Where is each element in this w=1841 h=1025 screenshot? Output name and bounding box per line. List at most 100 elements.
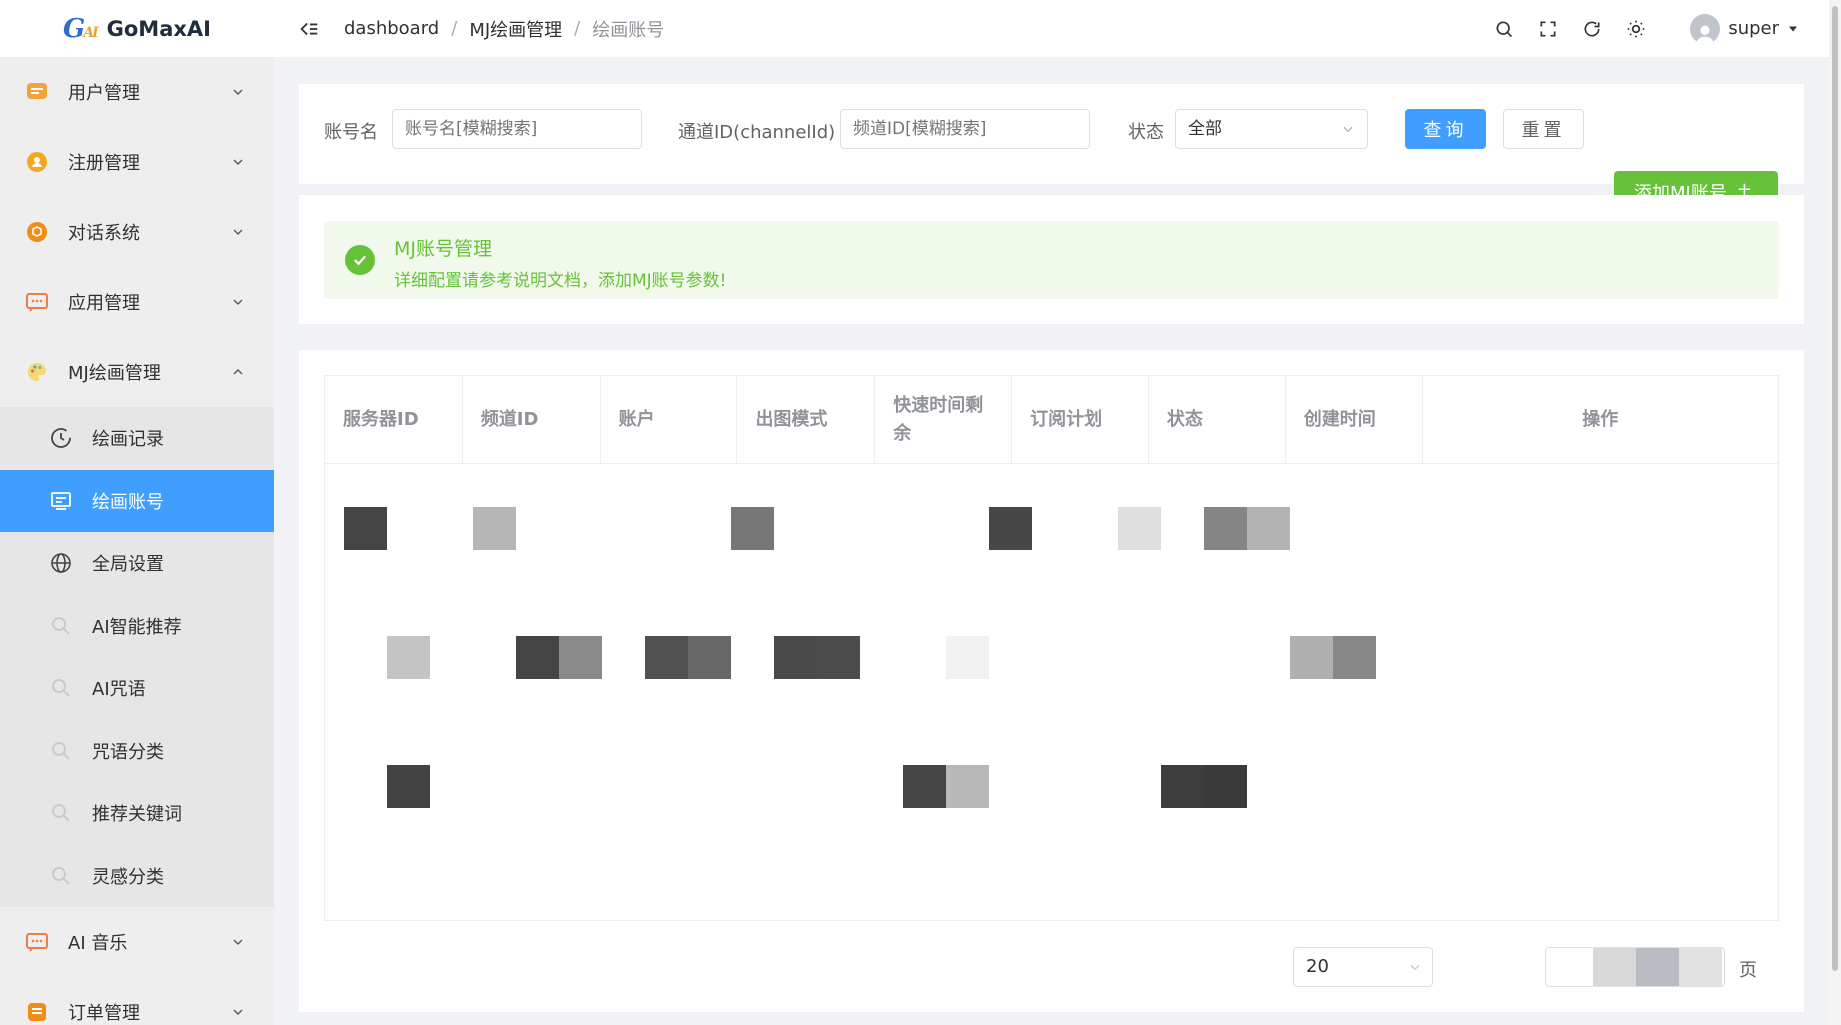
table-row[interactable] [325,593,1778,722]
sidebar-menu-2[interactable]: 对话系统 [0,197,274,267]
table-header-cell: 快速时间剩余 [875,376,1013,464]
chevron-down-icon [233,89,243,95]
redacted-block [645,636,688,679]
sidebar-menu-label: AI 音乐 [68,933,128,954]
sidebar-menu-0[interactable]: AI 音乐 [0,907,274,977]
redacted-block [387,636,430,679]
status-select[interactable]: 全部 [1175,109,1368,149]
channel-id-label: 通道ID(channelId) [678,122,836,143]
sidebar-subitem-6[interactable]: 推荐关键词 [0,782,274,845]
table-body [325,464,1778,851]
redacted-block [774,636,817,679]
table-header-cell: 状态 [1149,376,1286,464]
redacted-block [1247,507,1290,550]
query-button[interactable]: 查询 [1405,109,1486,149]
chevron-down-icon [233,939,243,945]
account-name-label: 账号名 [324,122,378,143]
sidebar-menu-3[interactable]: 应用管理 [0,267,274,337]
history-icon [48,425,74,451]
redacted-block [946,765,989,808]
redacted-block [344,507,387,550]
app-name: GoMaxAI [106,16,211,41]
chevron-down-icon [233,229,243,235]
sidebar-subitem-3[interactable]: AI智能推荐 [0,595,274,658]
table-row[interactable] [325,464,1778,593]
sidebar-subitem-label: 全局设置 [92,554,164,576]
fullscreen-icon[interactable] [1538,19,1558,39]
sidebar-subitem-1[interactable]: 绘画账号 [0,469,274,532]
sidebar-menu-label: 注册管理 [68,153,140,174]
redacted-block [1161,765,1204,808]
sidebar-subitem-label: AI咒语 [92,679,146,701]
sidebar-subitem-label: 灵感分类 [92,866,164,888]
alert-description: 详细配置请参考说明文档，添加MJ账号参数! [394,271,727,291]
globe-icon [48,550,74,576]
breadcrumb-dashboard[interactable]: dashboard [344,18,439,39]
refresh-icon[interactable] [1582,19,1602,39]
chevron-down-icon [233,299,243,305]
scrollbar-thumb[interactable] [1832,6,1838,971]
reset-button[interactable]: 重置 [1503,109,1584,149]
top-header: dashboard / MJ绘画管理 / 绘画账号 super [274,0,1829,57]
search-faded-icon [48,738,74,764]
music-icon [24,929,50,955]
search-faded-icon [48,613,74,639]
chevron-down-icon [233,1009,243,1015]
page-scrollbar[interactable] [1829,0,1841,1025]
redacted-block [1204,507,1247,550]
table-header-cell: 操作 [1582,409,1619,430]
redacted-block [559,636,602,679]
check-circle-icon [345,245,375,275]
table-header-cell: 频道ID [463,376,601,464]
redacted-block [688,636,731,679]
sidebar-menu-label: 用户管理 [68,83,140,104]
breadcrumb-mj-manage[interactable]: MJ绘画管理 [469,16,562,42]
sidebar-subitem-0[interactable]: 绘画记录 [0,407,274,470]
redacted-block [1679,948,1722,986]
theme-sun-icon[interactable] [1626,19,1646,39]
app-logo[interactable]: GAI GoMaxAI [0,0,274,57]
search-icon[interactable] [1494,19,1514,39]
caret-down-icon [1789,26,1797,31]
redacted-block [1333,636,1376,679]
sidebar-subitem-label: 推荐关键词 [92,804,182,826]
avatar [1690,13,1721,44]
chat-system-icon [24,219,50,245]
account-monitor-icon [48,488,74,514]
sidebar-menu-label: MJ绘画管理 [68,363,161,384]
redacted-block [817,636,860,679]
chevron-up-icon [233,369,243,375]
search-form-card: 账号名 通道ID(channelId) 状态 全部 查询 重置 [299,84,1804,184]
sidebar: GAI GoMaxAI 用户管理 注册管理 对话系统 应用管理 MJ绘画管理 绘… [0,0,274,1025]
sidebar-subitem-label: AI智能推荐 [92,616,182,638]
info-card: MJ账号管理 详细配置请参考说明文档，添加MJ账号参数! [299,195,1804,324]
add-mj-account-button[interactable]: 添加MJ账号 + [1614,171,1778,197]
sidebar-menu-0[interactable]: 用户管理 [0,57,274,127]
account-name-input[interactable] [392,109,642,149]
sidebar-menu-label: 应用管理 [68,293,140,314]
sidebar-menu-4[interactable]: MJ绘画管理 [0,337,274,407]
sidebar-subitem-5[interactable]: 咒语分类 [0,720,274,783]
sidebar-subitem-4[interactable]: AI咒语 [0,657,274,720]
sidebar-subitem-2[interactable]: 全局设置 [0,532,274,595]
collapse-sidebar-icon[interactable] [298,18,320,40]
page-jump-input[interactable] [1545,947,1725,987]
alert-title: MJ账号管理 [394,238,492,260]
table-row[interactable] [325,722,1778,851]
channel-id-input[interactable] [840,109,1090,149]
username: super [1728,18,1779,39]
search-faded-icon [48,675,74,701]
table-header-cell: 服务器ID [325,376,463,464]
sidebar-menu-1[interactable]: 订单管理 [0,977,274,1025]
redacted-block [473,507,516,550]
palette-icon [24,359,50,385]
sidebar-menu-1[interactable]: 注册管理 [0,127,274,197]
sidebar-subitem-7[interactable]: 灵感分类 [0,845,274,908]
breadcrumb-current: 绘画账号 [592,19,665,41]
page-size-select[interactable]: 20 [1293,947,1433,987]
sidebar-subitem-label: 绘画账号 [92,491,164,513]
breadcrumb: dashboard / MJ绘画管理 / 绘画账号 [344,16,664,42]
redacted-block [1118,507,1161,550]
user-menu[interactable]: super [1690,13,1799,44]
pagination: 20 页 [299,947,1804,987]
